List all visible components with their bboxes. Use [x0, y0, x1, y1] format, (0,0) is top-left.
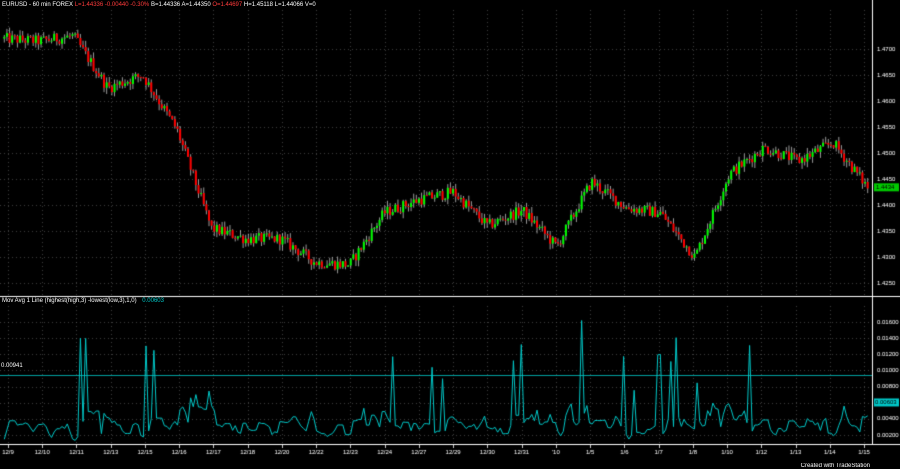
indicator-title: Mov Avg 1 Line (highest(high,3) -lowest(… — [2, 298, 137, 304]
high-value: H=1.45118 — [243, 2, 273, 8]
ask-value: A=1.44350 — [181, 2, 211, 8]
last-price: L=1.44336 — [74, 2, 104, 8]
bid-value: B=1.44336 — [150, 2, 181, 8]
chart-header: EURUSD - 60 min FOREX L=1.44336 -0.00440… — [2, 1, 316, 9]
open-value: O=1.44697 — [212, 2, 243, 8]
volume-value: V=0 — [304, 2, 316, 8]
reference-line-label: 0.00941 — [1, 363, 23, 369]
indicator-header: Mov Avg 1 Line (highest(high,3) -lowest(… — [2, 297, 164, 305]
symbol-label: EURUSD - 60 min FOREX — [2, 2, 74, 8]
change-value: -0.00440 — [104, 2, 129, 8]
indicator-value: 0.00603 — [142, 298, 164, 304]
low-value: L=1.44066 — [274, 2, 304, 8]
footer-credit: Created with TradeStation — [800, 463, 870, 469]
change-pct: -0.30% — [130, 2, 150, 8]
price-chart-canvas[interactable] — [0, 0, 900, 469]
